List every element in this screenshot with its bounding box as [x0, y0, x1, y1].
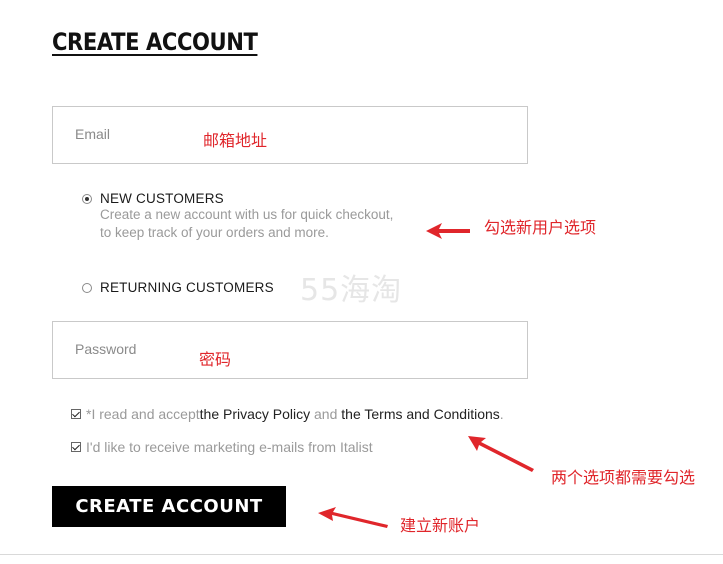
email-input[interactable]: [73, 125, 197, 143]
privacy-consent-mid: and: [310, 406, 342, 422]
new-customers-desc-line2: to keep track of your orders and more.: [100, 225, 329, 240]
privacy-consent-row: *I read and accept the Privacy Policy an…: [71, 406, 504, 422]
returning-customers-label: RETURNING CUSTOMERS: [100, 280, 274, 295]
create-account-button[interactable]: CREATE ACCOUNT: [52, 486, 286, 527]
new-customers-label: NEW CUSTOMERS: [100, 191, 224, 206]
password-field-container[interactable]: [52, 321, 528, 379]
password-annotation: 密码: [199, 350, 232, 369]
marketing-consent-row: I'd like to receive marketing e-mails fr…: [71, 439, 373, 455]
new-customers-desc-line1: Create a new account with us for quick c…: [100, 207, 394, 222]
new-customers-option[interactable]: NEW CUSTOMERS Create a new account with …: [82, 191, 393, 242]
email-annotation: 邮箱地址: [203, 131, 268, 150]
page-title: CREATE ACCOUNT: [52, 28, 258, 57]
privacy-consent-suffix: .: [499, 406, 504, 422]
marketing-consent-checkbox[interactable]: [71, 442, 81, 452]
submit-annotation: 建立新账户: [400, 516, 481, 535]
new-customers-radio[interactable]: [82, 194, 92, 204]
consent-annotation: 两个选项都需要勾选: [551, 468, 696, 487]
privacy-consent-prefix: *I read and accept: [86, 406, 200, 422]
privacy-consent-checkbox[interactable]: [71, 409, 81, 419]
marketing-consent-label: I'd like to receive marketing e-mails fr…: [86, 439, 373, 455]
watermark: 55海淘: [300, 273, 403, 308]
terms-conditions-link[interactable]: the Terms and Conditions: [341, 406, 500, 422]
returning-customers-radio[interactable]: [82, 283, 92, 293]
arrow-icon: [318, 507, 388, 528]
arrow-icon: [468, 436, 534, 472]
email-field-container[interactable]: [52, 106, 528, 164]
arrow-icon: [426, 223, 470, 239]
password-input[interactable]: [73, 340, 197, 358]
privacy-policy-link[interactable]: the Privacy Policy: [200, 406, 310, 422]
returning-customers-option[interactable]: RETURNING CUSTOMERS: [82, 280, 274, 295]
divider: [0, 554, 723, 555]
new-customer-annotation: 勾选新用户选项: [484, 218, 597, 237]
